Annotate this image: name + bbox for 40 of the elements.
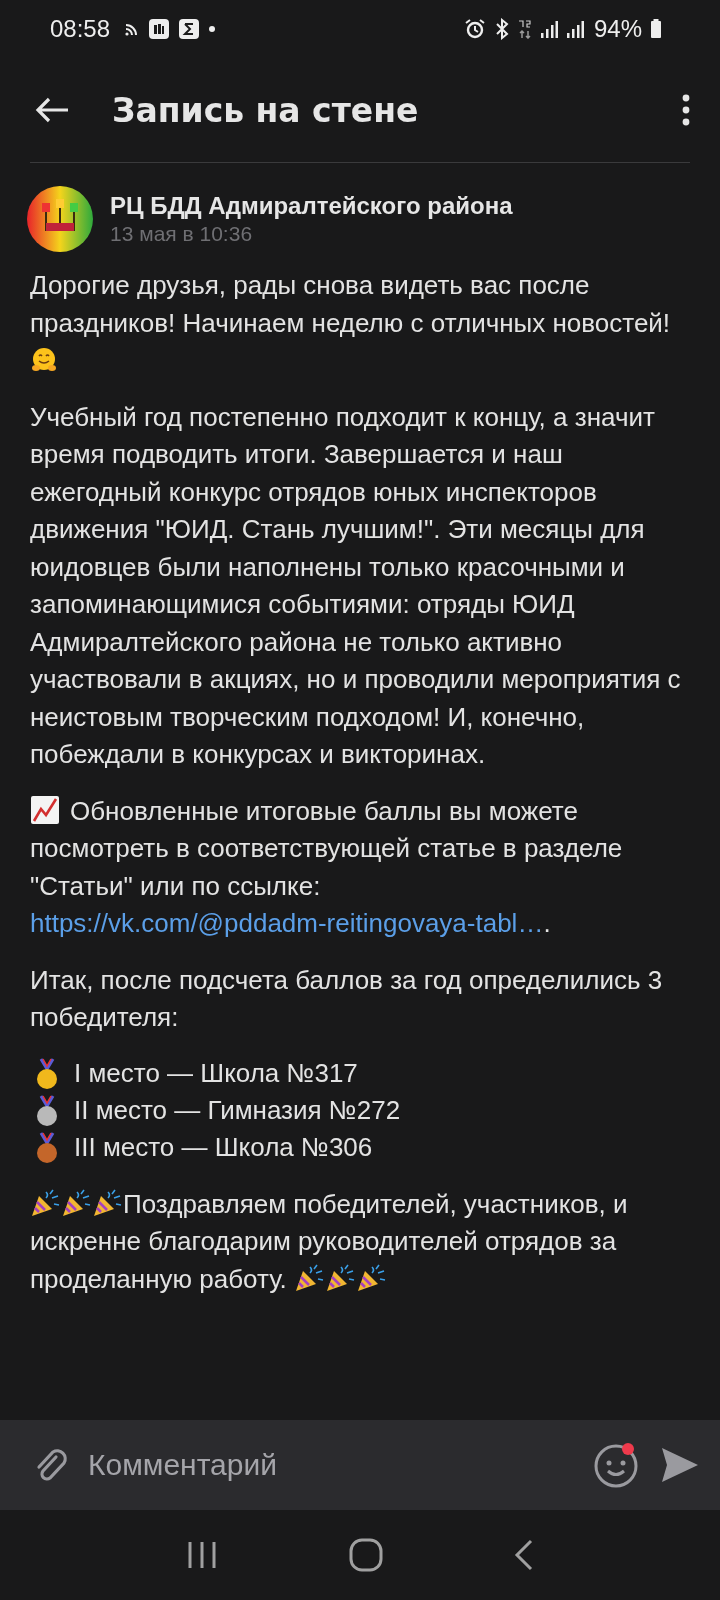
party-popper-icon xyxy=(92,1187,122,1218)
mobile-data-icon xyxy=(517,19,532,39)
alarm-icon xyxy=(463,18,486,40)
bluetooth-icon xyxy=(493,18,510,40)
party-popper-icon xyxy=(325,1262,355,1293)
party-popper-icon xyxy=(61,1187,91,1218)
dot-icon xyxy=(208,25,217,33)
place-entry: III место — Школа №306 xyxy=(74,1131,373,1165)
clock-time: 08:58 xyxy=(50,15,111,43)
sigma-notification-icon xyxy=(178,18,201,40)
comment-bar[interactable]: Комментарий xyxy=(0,1420,720,1510)
battery-percent: 94% xyxy=(593,15,642,43)
party-popper-icon xyxy=(294,1262,324,1293)
battery-icon xyxy=(650,19,662,39)
post-paragraph: Учебный год постепенно подходит к концу, а значит время подводить итоги. Завершается и наш ежегодный конкурс отрядов юных инспекторов движения "ЮИД. Стань лучшим!". Эти месяцы для юидовцев были наполнены только красочными и запоминающимися событиями: отряды ЮИД Адмиралтейского района не только активно участвовали в акциях, но и проводили мероприятия с неистовым творческим подходом! И, конечно, побеждали в конкурсах и викторинах. xyxy=(30,400,682,771)
post-paragraph: Обновленные итоговые баллы вы можете посмотреть в соответствующей статье в разделе "Статьи" или по ссылке: https://vk.com/@pddadm-reitingovaya-tabl…. xyxy=(30,793,624,940)
signal-icon xyxy=(539,19,558,39)
place-entry: I место — Школа №317 xyxy=(74,1057,358,1091)
author-name[interactable]: РЦ БДД Адмиралтейского района xyxy=(110,192,513,220)
article-link[interactable]: https://vk.com/@pddadm-reitingovaya-tabl… xyxy=(30,908,544,938)
hugging-face-icon xyxy=(30,346,58,374)
home-icon[interactable] xyxy=(349,1538,383,1572)
send-icon[interactable] xyxy=(660,1445,700,1485)
place-entry: II место — Гимназия №272 xyxy=(74,1094,401,1128)
post-paragraph: Итак, после подсчета баллов за год определились 3 победителя: xyxy=(30,963,664,1034)
post-paragraph: Поздравляем победителей, участников, и искренне благодарим руководителей отрядов за проделанную работу. xyxy=(30,1186,629,1296)
avatar-icon[interactable] xyxy=(26,185,94,253)
back-arrow-icon[interactable] xyxy=(34,96,70,124)
post-paragraph: Дорогие друзья, рады снова видеть вас после праздников! Начинаем неделю с отличных новостей! xyxy=(30,267,684,380)
emoji-icon[interactable] xyxy=(592,1441,640,1489)
signal-icon xyxy=(565,19,584,39)
nav-back-icon[interactable] xyxy=(514,1539,535,1571)
more-options-icon[interactable] xyxy=(682,94,690,126)
chart-increasing-icon xyxy=(30,794,60,825)
party-popper-icon xyxy=(30,1187,60,1218)
app-notification-icon xyxy=(148,18,171,40)
page-title: Запись на стене xyxy=(112,90,420,130)
comment-field[interactable]: Комментарий xyxy=(88,1442,572,1488)
post-date: 13 мая в 10:36 xyxy=(110,222,254,246)
party-popper-icon xyxy=(356,1262,386,1293)
